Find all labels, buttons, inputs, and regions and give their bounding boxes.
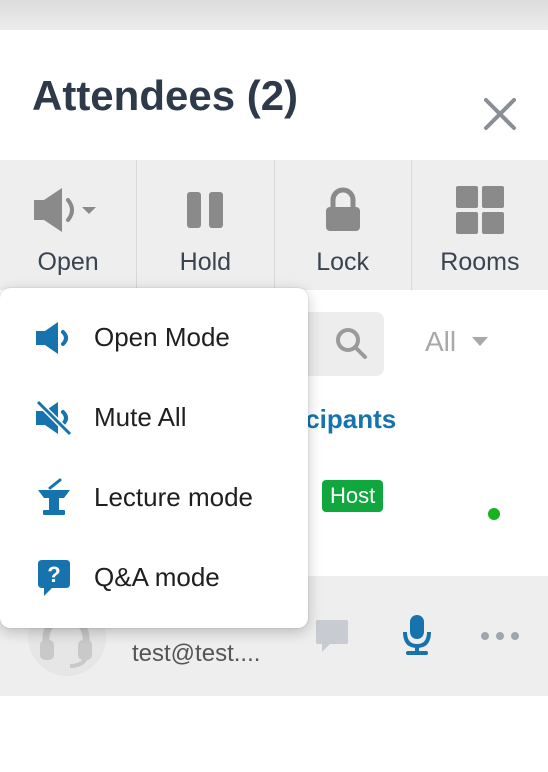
attendee-email: test@test.... (132, 640, 261, 667)
menu-item-label: Mute All (94, 402, 187, 432)
attendees-header: Attendees (2) (0, 30, 548, 160)
chat-icon[interactable] (314, 618, 350, 658)
attendee-toolbar: Open Hold Lock Rooms (0, 160, 548, 290)
participants-link-text: icipants (298, 404, 397, 434)
online-status-dot (488, 508, 500, 520)
host-badge: Host (322, 480, 384, 512)
lock-button[interactable]: Lock (275, 160, 412, 290)
rooms-label: Rooms (440, 248, 520, 276)
svg-text:?: ? (47, 562, 60, 587)
search-icon[interactable] (334, 326, 368, 360)
more-icon[interactable] (480, 630, 520, 642)
filter-dropdown[interactable]: All (425, 326, 456, 358)
audio-mode-button[interactable]: Open (0, 160, 138, 290)
hold-button[interactable]: Hold (137, 160, 275, 290)
chevron-down-icon[interactable] (472, 337, 488, 347)
menu-item-label: Lecture mode (94, 482, 253, 512)
speaker-muted-icon (35, 399, 73, 437)
audio-mode-label: Open (37, 248, 99, 276)
top-strip (0, 0, 548, 30)
menu-item-lecture-mode[interactable]: Lecture mode (0, 458, 308, 538)
menu-item-mute-all[interactable]: Mute All (0, 378, 308, 458)
lectern-icon (38, 478, 70, 515)
menu-item-label: Open Mode (94, 322, 230, 352)
menu-item-open-mode[interactable]: Open Mode (0, 298, 308, 378)
lock-icon (325, 187, 360, 231)
speaker-open-icon (36, 322, 68, 354)
microphone-icon[interactable] (402, 614, 432, 656)
close-icon (484, 98, 516, 130)
menu-item-label: Q&A mode (94, 562, 220, 592)
audio-mode-menu: Open Mode Mute All Lecture mode ? Q&A mo… (0, 288, 308, 628)
speaker-dropdown-icon (34, 188, 97, 232)
question-bubble-icon: ? (38, 560, 70, 596)
close-button[interactable] (478, 92, 522, 136)
grid-icon (455, 186, 504, 234)
page-title: Attendees (2) (32, 72, 299, 119)
pause-icon (187, 192, 224, 228)
lock-label: Lock (316, 248, 370, 276)
rooms-button[interactable]: Rooms (412, 160, 548, 290)
hold-label: Hold (179, 248, 232, 276)
menu-item-qa-mode[interactable]: ? Q&A mode (0, 538, 308, 618)
